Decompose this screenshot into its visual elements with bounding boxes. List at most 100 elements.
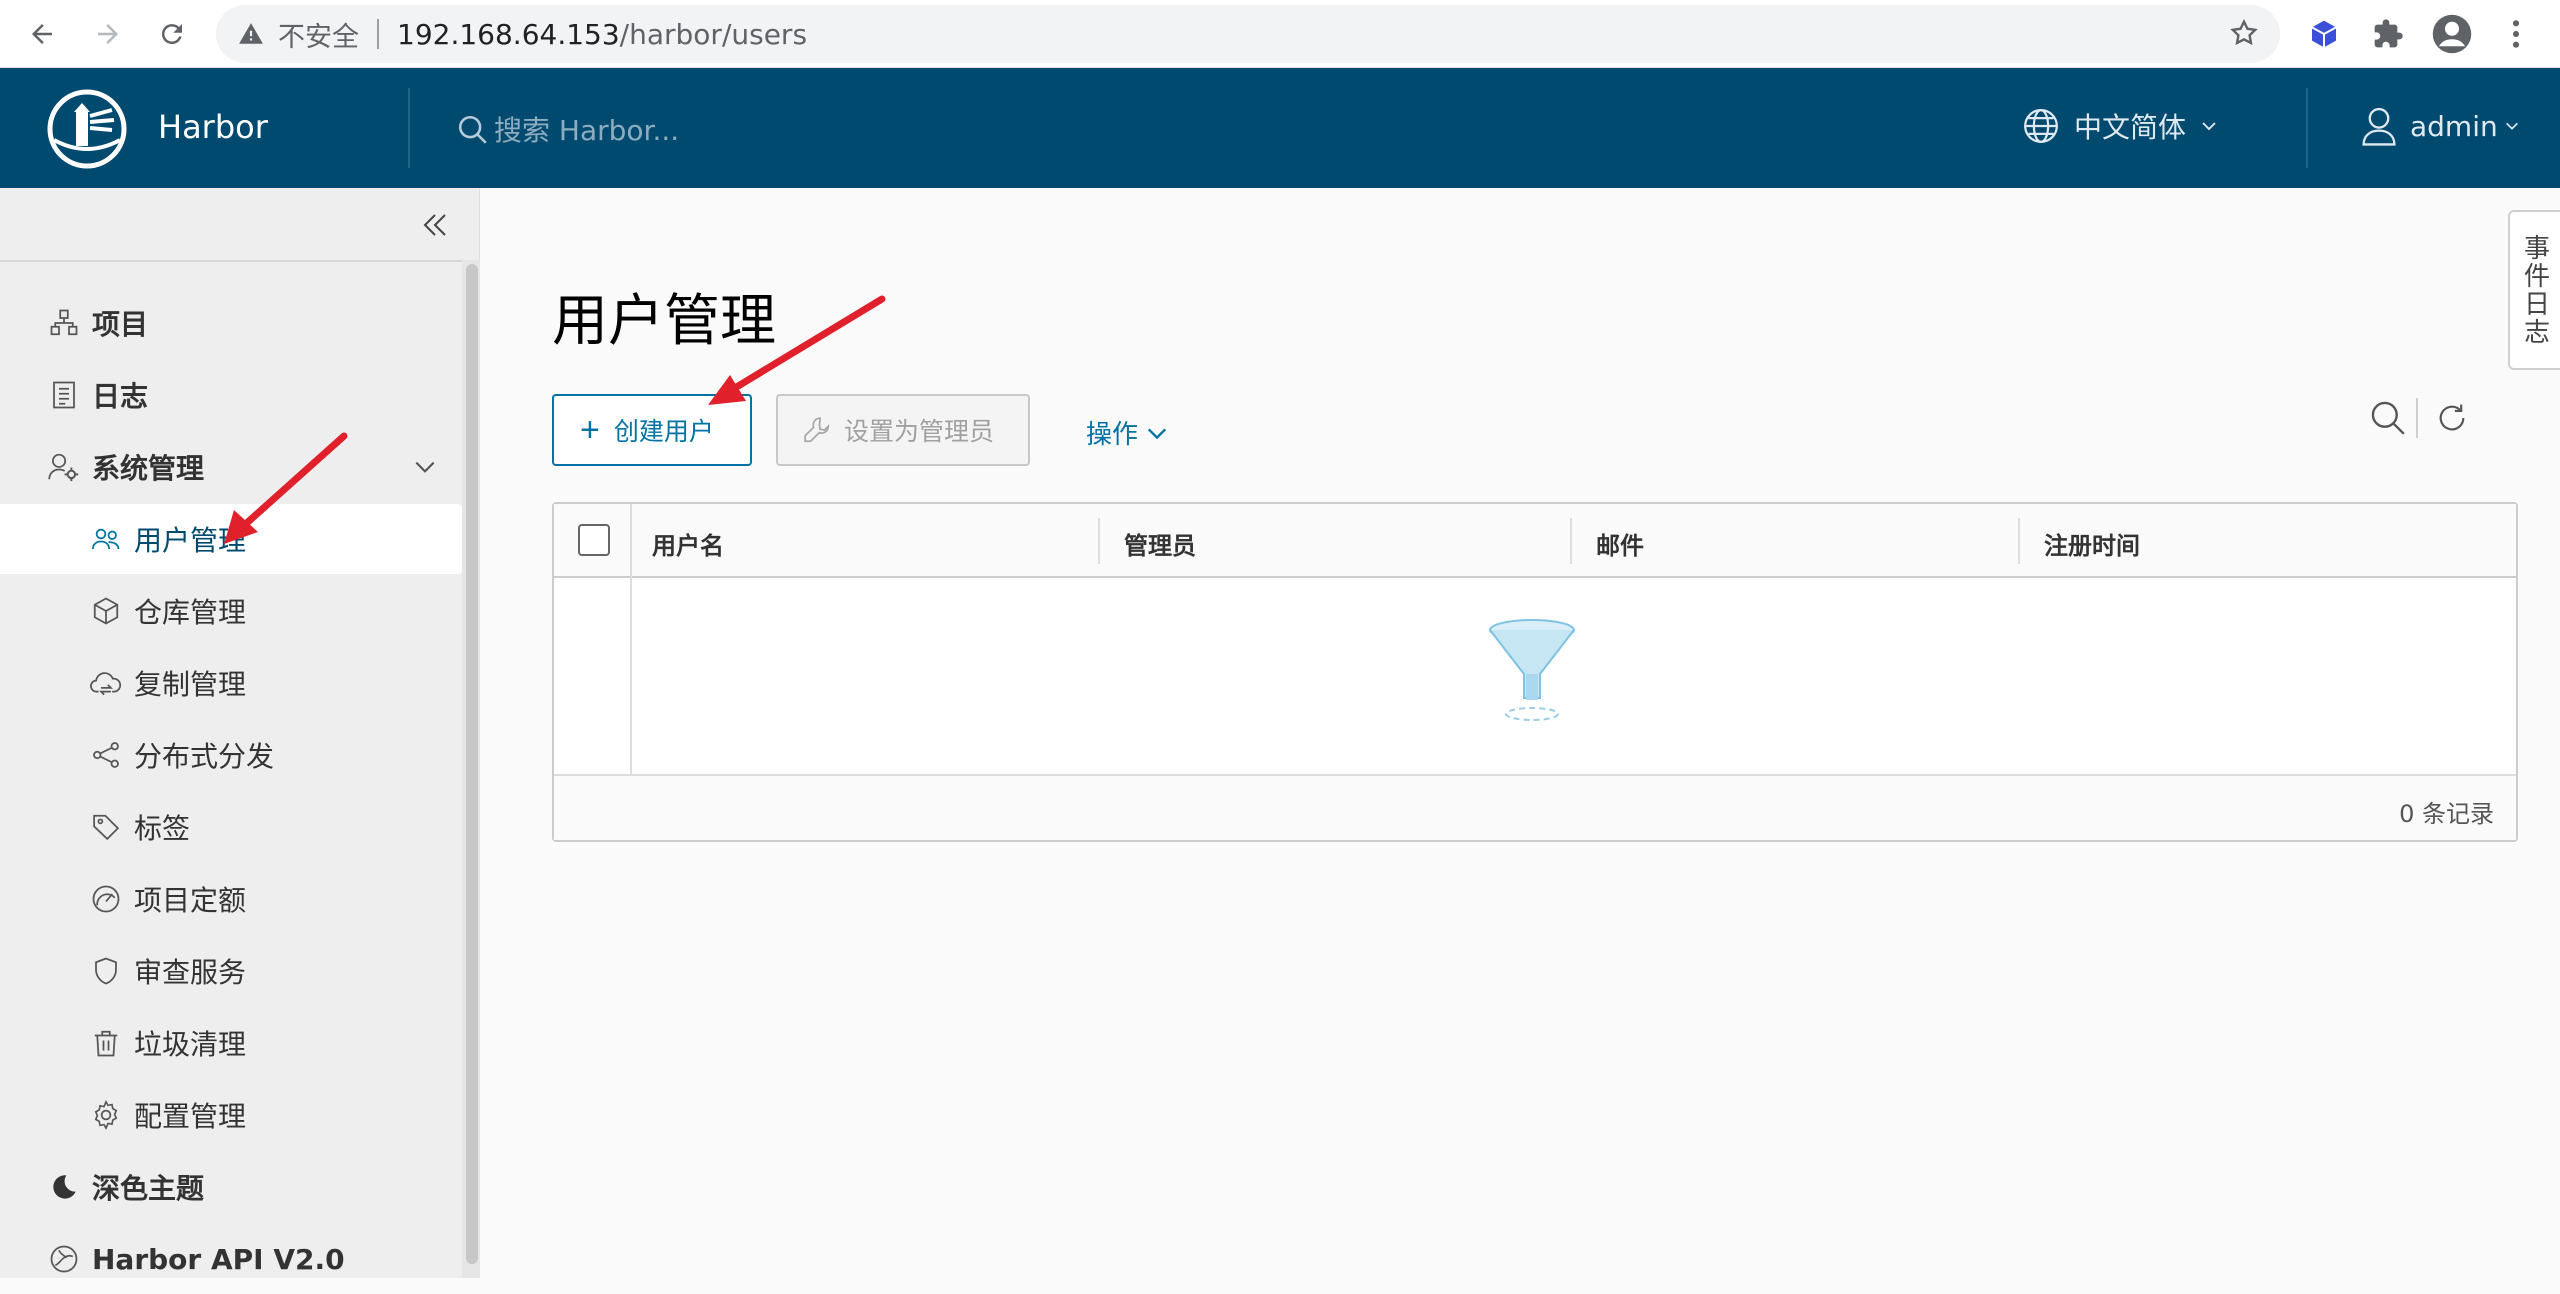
browser-menu-button[interactable] — [2494, 12, 2538, 56]
reload-button[interactable] — [148, 10, 196, 58]
global-search — [456, 108, 1094, 152]
sidebar-item-projects[interactable]: 项目 — [0, 288, 462, 358]
search-icon — [458, 115, 487, 144]
set-admin-button[interactable]: 设置为管理员 — [776, 394, 1030, 466]
datagrid-header: 用户名 管理员 邮件 注册时间 — [554, 504, 2516, 578]
users-icon — [90, 523, 122, 555]
gauge-icon — [90, 883, 122, 915]
sidebar-item-logs[interactable]: 日志 — [0, 360, 462, 430]
projects-icon — [48, 307, 80, 339]
create-user-label: 创建用户 — [613, 418, 714, 446]
cube-extension-icon — [2311, 20, 2337, 48]
collapse-sidebar-button[interactable] — [420, 210, 450, 240]
users-datagrid: 用户名 管理员 邮件 注册时间 0 条记录 — [552, 502, 2518, 842]
shield-icon — [90, 955, 122, 987]
language-label: 中文简体 — [2074, 111, 2187, 144]
sidebar-item-interrogation[interactable]: 审查服务 — [0, 936, 462, 1006]
chevron-down-icon — [2202, 122, 2216, 131]
globe-icon — [2024, 109, 2058, 143]
kebab-menu-icon — [2512, 20, 2520, 48]
harbor-logo-icon[interactable] — [46, 88, 128, 170]
global-search-input[interactable] — [494, 113, 1094, 147]
sidebar-item-labels[interactable]: 标签 — [0, 792, 462, 862]
language-selector[interactable]: 中文简体 — [2022, 106, 2218, 146]
gear-icon — [90, 1099, 122, 1131]
brand-name: Harbor — [158, 108, 268, 146]
select-all-checkbox[interactable] — [578, 524, 610, 556]
sidebar-collapse-row — [0, 188, 470, 262]
column-separator[interactable] — [1098, 518, 1100, 564]
reload-icon — [161, 24, 182, 45]
column-header-username[interactable]: 用户名 — [652, 526, 724, 561]
create-user-button[interactable]: + 创建用户 — [552, 394, 752, 466]
extension-cube-button[interactable] — [2302, 12, 2346, 56]
security-label: 不安全 — [278, 21, 359, 53]
address-bar[interactable]: 不安全 192.168.64.153/harbor/users — [216, 5, 2280, 63]
account-circle-icon — [2432, 14, 2472, 54]
sidebar-item-gc[interactable]: 垃圾清理 — [0, 1008, 462, 1078]
username: admin — [2410, 109, 2498, 143]
double-chevron-left-icon — [423, 214, 446, 236]
column-header-email[interactable]: 邮件 — [1596, 526, 1644, 561]
sidebar-item-label: 系统管理 — [92, 452, 205, 485]
extensions-button[interactable] — [2366, 12, 2410, 56]
profile-button[interactable] — [2430, 12, 2474, 56]
event-log-tab[interactable]: 事件日志 — [2508, 210, 2560, 370]
sidebar-item-label: 项目定额 — [134, 884, 247, 917]
sidebar-item-distributions[interactable]: 分布式分发 — [0, 720, 462, 790]
forward-button[interactable] — [84, 10, 132, 58]
sidebar-item-config[interactable]: 配置管理 — [0, 1080, 462, 1150]
cube-icon — [90, 595, 122, 627]
column-separator[interactable] — [2018, 518, 2020, 564]
sidebar: 项目 日志 系统管理 用户管理 仓库管理 复制管理 分布式分发 标签 项目定额 … — [0, 188, 480, 1278]
user-settings-icon — [48, 451, 80, 483]
sidebar-item-label: 复制管理 — [134, 668, 247, 701]
sidebar-item-quotas[interactable]: 项目定额 — [0, 864, 462, 934]
sidebar-item-users[interactable]: 用户管理 — [0, 504, 462, 574]
bookmark-star-button[interactable] — [2228, 17, 2260, 49]
sidebar-item-label: 项目 — [92, 308, 149, 341]
plus-icon: + — [580, 411, 600, 449]
chevron-down-icon — [1147, 427, 1167, 439]
warning-icon — [239, 23, 263, 44]
arrow-left-icon — [32, 24, 52, 44]
url-host: 192.168.64.153 — [397, 17, 620, 51]
sidebar-item-label: 分布式分发 — [134, 740, 275, 773]
column-separator[interactable] — [1570, 518, 1572, 564]
column-header-admin[interactable]: 管理员 — [1124, 526, 1196, 561]
sidebar-item-label: 仓库管理 — [134, 596, 247, 629]
sidebar-scrollbar-thumb[interactable] — [466, 264, 478, 1264]
puzzle-icon — [2374, 19, 2403, 48]
back-button[interactable] — [18, 10, 66, 58]
toolbar-divider — [2416, 398, 2418, 438]
event-log-label: 事件日志 — [2519, 234, 2550, 346]
empty-funnel-icon — [1482, 614, 1582, 734]
browser-toolbar: 不安全 192.168.64.153/harbor/users — [0, 0, 2560, 68]
api-globe-icon — [48, 1243, 80, 1275]
column-header-registration-time[interactable]: 注册时间 — [2044, 526, 2140, 561]
arrow-right-icon — [98, 24, 118, 44]
sidebar-item-label: 深色主题 — [92, 1172, 205, 1205]
logs-icon — [48, 379, 80, 411]
header-divider-right — [2306, 88, 2308, 168]
user-menu[interactable]: admin — [2360, 106, 2520, 146]
sidebar-item-administration[interactable]: 系统管理 — [0, 432, 462, 502]
sidebar-item-registries[interactable]: 仓库管理 — [0, 576, 462, 646]
datagrid-footer: 0 条记录 — [554, 774, 2516, 840]
set-admin-label: 设置为管理员 — [844, 418, 995, 446]
chevron-down-icon — [2505, 122, 2518, 130]
actions-dropdown[interactable]: 操作 — [1086, 414, 1168, 451]
checkbox-column-line — [630, 578, 632, 774]
address-divider — [377, 19, 379, 49]
sidebar-item-api[interactable]: Harbor API V2.0 — [0, 1224, 462, 1294]
actions-label: 操作 — [1086, 420, 1139, 450]
url-text: 192.168.64.153/harbor/users — [397, 18, 807, 51]
trash-icon — [90, 1027, 122, 1059]
search-users-button[interactable] — [2366, 396, 2410, 440]
sidebar-item-dark-theme[interactable]: 深色主题 — [0, 1152, 462, 1222]
sidebar-item-replications[interactable]: 复制管理 — [0, 648, 462, 718]
column-separator — [630, 504, 632, 578]
sidebar-item-label: 日志 — [92, 380, 149, 413]
refresh-button[interactable] — [2430, 396, 2474, 440]
sidebar-item-label: 垃圾清理 — [134, 1028, 247, 1061]
